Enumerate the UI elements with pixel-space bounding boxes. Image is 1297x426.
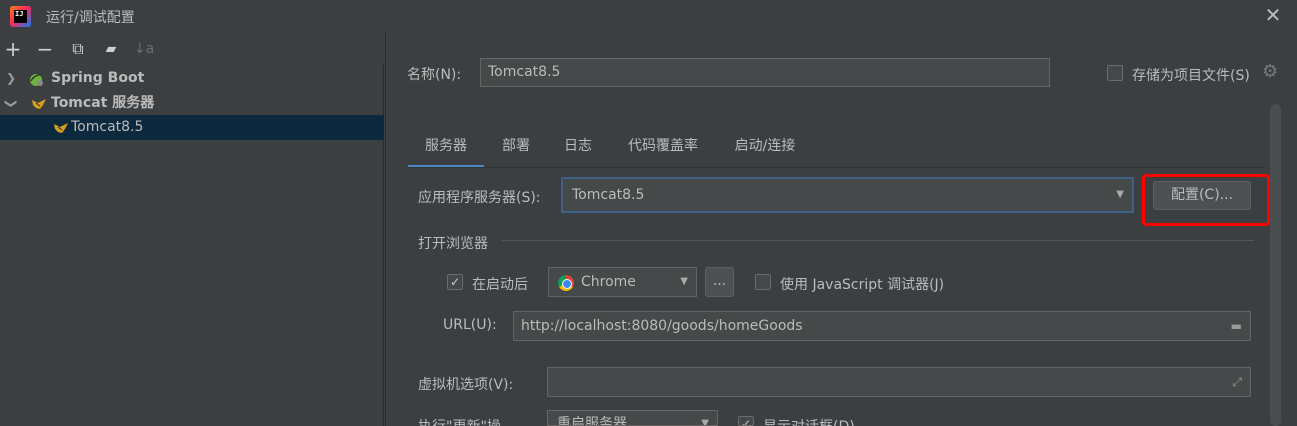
title-bar: IJ 运行/调试配置 ✕: [0, 0, 1297, 32]
tree-item-tomcat85[interactable]: Tomcat8.5: [0, 115, 384, 140]
after-launch-checkbox[interactable]: ✓: [447, 274, 463, 290]
tree-item-label: Tomcat8.5: [71, 119, 144, 135]
window-title: 运行/调试配置: [46, 10, 135, 26]
folder-icon[interactable]: ▰: [100, 35, 122, 63]
tomcat-icon: [32, 99, 46, 109]
panel-divider[interactable]: [385, 32, 386, 426]
name-label: 名称(N):: [407, 67, 462, 83]
store-as-project-file-label: 存储为项目文件(S): [1132, 68, 1250, 84]
section-separator: [502, 240, 1254, 241]
show-dialog-checkbox[interactable]: ✓: [738, 416, 754, 426]
copy-icon[interactable]: ⧉: [67, 35, 89, 63]
config-tree: ❯ Spring Boot ❯ Tomcat 服务器 Tomcat8.5: [0, 64, 384, 426]
after-launch-label: 在启动后: [472, 277, 528, 293]
tree-item-label: Spring Boot: [51, 70, 145, 86]
chevron-down-icon[interactable]: ❯: [0, 97, 24, 111]
gear-icon[interactable]: ⚙: [1262, 63, 1280, 81]
config-toolbar: + − ⧉ ▰ ↓a: [0, 35, 384, 63]
tab-logs[interactable]: 日志: [558, 130, 598, 168]
chevron-down-icon: ▼: [1116, 189, 1124, 200]
chevron-right-icon[interactable]: ❯: [4, 66, 18, 91]
remove-icon[interactable]: −: [34, 35, 56, 63]
close-icon[interactable]: ✕: [1263, 5, 1283, 25]
url-value: http://localhost:8080/goods/homeGoods: [521, 318, 803, 334]
app-server-select[interactable]: Tomcat8.5 ▼: [561, 177, 1134, 213]
annotation-highlight: [1142, 174, 1270, 226]
app-server-value: Tomcat8.5: [572, 187, 645, 203]
intellij-logo-icon: IJ: [10, 6, 31, 27]
open-browser-heading: 打开浏览器: [418, 236, 488, 252]
browse-browser-button[interactable]: ...: [705, 267, 734, 297]
sort-icon[interactable]: ↓a: [133, 35, 155, 63]
name-input[interactable]: Tomcat8.5: [480, 58, 1050, 87]
tree-item-tomcat-server[interactable]: ❯ Tomcat 服务器: [0, 91, 384, 116]
on-update-value: 重启服务器: [557, 416, 627, 426]
vertical-scrollbar[interactable]: [1270, 104, 1281, 426]
add-icon[interactable]: +: [2, 35, 24, 63]
store-as-project-file-checkbox[interactable]: [1107, 65, 1123, 81]
on-update-select[interactable]: 重启服务器 ▼: [547, 410, 718, 426]
tree-item-label: Tomcat 服务器: [51, 95, 155, 111]
chevron-down-icon: ▼: [680, 276, 688, 287]
expand-icon[interactable]: ⤢: [1232, 368, 1242, 396]
folder-icon[interactable]: ▬: [1231, 312, 1242, 340]
chrome-icon: [558, 275, 574, 291]
url-label: URL(U):: [443, 317, 497, 333]
app-server-label: 应用程序服务器(S):: [418, 190, 541, 206]
js-debugger-checkbox[interactable]: [755, 274, 771, 290]
app-icon-text: IJ: [14, 10, 27, 23]
js-debugger-label: 使用 JavaScript 调试器(J): [780, 277, 945, 293]
spring-boot-icon: [30, 73, 43, 86]
show-dialog-label: 显示对话框(D): [763, 416, 855, 426]
tomcat-icon: [54, 123, 68, 133]
on-update-label: 执行"更新"操: [418, 416, 501, 426]
vm-options-label: 虚拟机选项(V):: [418, 377, 514, 393]
vm-options-input[interactable]: ⤢: [547, 367, 1251, 397]
url-input[interactable]: http://localhost:8080/goods/homeGoods ▬: [513, 311, 1251, 341]
tab-startup-connection[interactable]: 启动/连接: [730, 130, 800, 168]
tree-item-spring-boot[interactable]: ❯ Spring Boot: [0, 66, 384, 91]
tab-server[interactable]: 服务器: [408, 130, 484, 168]
browser-value: Chrome: [581, 274, 636, 290]
tab-deployment[interactable]: 部署: [496, 130, 536, 168]
chevron-down-icon: ▼: [701, 418, 709, 426]
tab-code-coverage[interactable]: 代码覆盖率: [623, 130, 703, 168]
